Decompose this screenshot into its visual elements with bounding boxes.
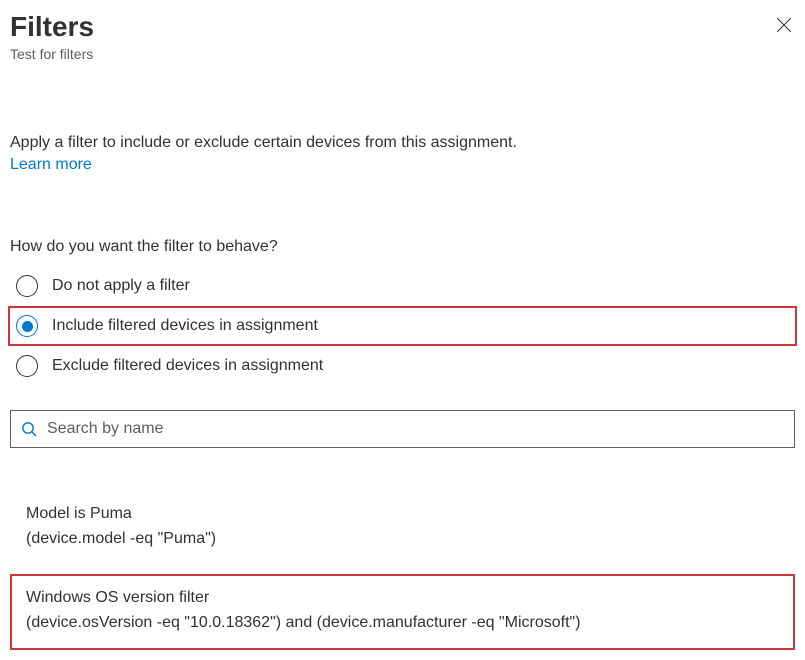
radio-group: Do not apply a filter Include filtered de…: [10, 266, 795, 386]
radio-label: Do not apply a filter: [52, 277, 190, 295]
filter-item-name: Windows OS version filter: [26, 586, 779, 611]
radio-option-2[interactable]: Exclude filtered devices in assignment: [10, 346, 795, 386]
close-icon: [777, 18, 791, 32]
radio-indicator[interactable]: [16, 275, 38, 297]
intro-text: Apply a filter to include or exclude cer…: [10, 132, 795, 154]
filter-list: Model is Puma(device.model -eq "Puma") Wi…: [10, 496, 795, 649]
filter-item-expression: (device.model -eq "Puma"): [26, 527, 779, 552]
radio-label: Include filtered devices in assignment: [52, 317, 318, 335]
behave-label: How do you want the filter to behave?: [10, 238, 795, 256]
radio-option-1[interactable]: Include filtered devices in assignment: [8, 306, 797, 346]
panel-header: Filters Test for filters: [10, 10, 795, 62]
filter-item-expression: (device.osVersion -eq "10.0.18362") and …: [26, 611, 779, 636]
radio-indicator[interactable]: [16, 355, 38, 377]
search-icon: [21, 421, 37, 437]
radio-option-0[interactable]: Do not apply a filter: [10, 266, 795, 306]
learn-more-link[interactable]: Learn more: [10, 156, 92, 173]
filter-item-0[interactable]: Model is Puma(device.model -eq "Puma"): [12, 496, 793, 560]
filter-item-name: Model is Puma: [26, 502, 779, 527]
intro-section: Apply a filter to include or exclude cer…: [10, 132, 795, 177]
radio-indicator[interactable]: [16, 315, 38, 337]
radio-label: Exclude filtered devices in assignment: [52, 357, 323, 375]
search-field[interactable]: [10, 410, 795, 448]
page-subtitle: Test for filters: [10, 46, 795, 62]
filter-item-1[interactable]: Windows OS version filter(device.osVersi…: [10, 574, 795, 650]
page-title: Filters: [10, 10, 795, 44]
close-button[interactable]: [773, 14, 795, 36]
search-input[interactable]: [45, 419, 784, 439]
